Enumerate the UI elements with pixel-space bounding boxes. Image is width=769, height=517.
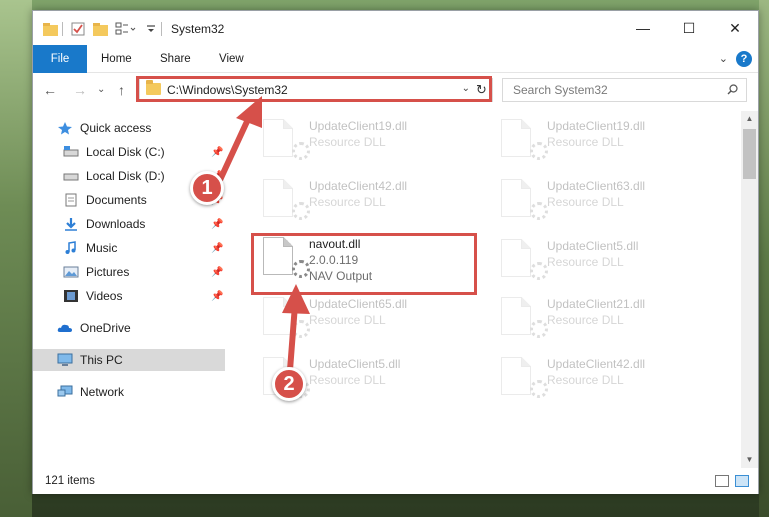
pin-icon[interactable]: 📌: [211, 243, 223, 254]
large-icons-view-icon[interactable]: [735, 475, 749, 487]
up-button[interactable]: ↑: [118, 82, 125, 98]
close-button[interactable]: ✕: [712, 11, 758, 45]
dll-file-icon: [501, 297, 548, 338]
item-count: 121 items: [45, 475, 95, 487]
status-bar: 121 items: [33, 470, 758, 494]
pin-icon[interactable]: 📌: [211, 219, 223, 230]
desktop-background-right: [759, 0, 769, 517]
separator: [62, 21, 63, 37]
dll-file-icon: [501, 239, 548, 280]
sidebar-item-label: Quick access: [80, 121, 152, 135]
properties-icon[interactable]: [71, 21, 85, 37]
dll-file-icon: [501, 179, 548, 220]
forward-button[interactable]: →: [73, 82, 87, 98]
music-icon: [65, 241, 76, 254]
dll-file-icon: [263, 119, 310, 160]
sidebar-item-label: Downloads: [86, 217, 146, 231]
sidebar-item-label: OneDrive: [80, 321, 131, 335]
dll-file-icon: [501, 119, 548, 160]
title-bar: System32 — ☐ ✕: [33, 11, 758, 45]
pin-icon[interactable]: 📌: [211, 267, 223, 278]
network-icon: [57, 385, 73, 397]
sidebar-item-videos[interactable]: Videos 📌: [33, 285, 225, 307]
vertical-scrollbar[interactable]: ▲ ▼: [741, 111, 758, 468]
maximize-button[interactable]: ☐: [666, 11, 712, 45]
step-1-callout: 1: [190, 171, 224, 205]
sidebar-item-pictures[interactable]: Pictures 📌: [33, 261, 225, 283]
sidebar-item-downloads[interactable]: Downloads 📌: [33, 213, 225, 235]
app-folder-icon: [43, 21, 58, 37]
sidebar-item-this-pc[interactable]: This PC: [33, 349, 225, 371]
new-folder-icon[interactable]: [93, 21, 108, 37]
search-box[interactable]: Search System32: [502, 78, 747, 102]
sidebar-item-label: This PC: [80, 353, 123, 367]
help-icon[interactable]: ?: [736, 51, 752, 67]
sidebar-item-label: Local Disk (D:): [86, 169, 165, 183]
navigation-pane: Quick access Local Disk (C:) 📌 Local Dis…: [33, 111, 225, 468]
address-bar-highlight: [136, 76, 492, 102]
star-icon: [58, 122, 72, 135]
pictures-icon: [63, 266, 79, 278]
sidebar-item-onedrive[interactable]: OneDrive: [33, 317, 225, 339]
drive-icon: [63, 173, 79, 181]
customize-toolbar-icon[interactable]: [146, 21, 156, 37]
scroll-thumb[interactable]: [743, 129, 756, 179]
details-view-icon[interactable]: [715, 475, 729, 487]
documents-icon: [65, 193, 77, 207]
list-item[interactable]: UpdateClient42.dll Resource DLL: [477, 351, 707, 407]
sidebar-item-local-disk-c[interactable]: Local Disk (C:) 📌: [33, 141, 225, 163]
desktop-background-left: [0, 0, 32, 517]
separator: [161, 21, 162, 37]
ribbon-tabs: File Home Share View ⌄ ?: [33, 45, 758, 101]
back-button[interactable]: ←: [43, 82, 57, 98]
list-item[interactable]: UpdateClient19.dll Resource DLL: [477, 113, 707, 169]
sidebar-item-music[interactable]: Music 📌: [33, 237, 225, 259]
computer-icon: [57, 353, 73, 366]
videos-icon: [64, 290, 78, 302]
file-explorer-window: System32 — ☐ ✕ File Home Share View ⌄ ? …: [32, 10, 759, 494]
tab-share[interactable]: Share: [160, 45, 191, 73]
sidebar-item-quick-access[interactable]: Quick access: [33, 117, 225, 139]
sidebar-item-network[interactable]: Network: [33, 381, 225, 403]
sidebar-item-label: Videos: [86, 289, 123, 303]
download-icon: [65, 218, 77, 231]
list-item[interactable]: UpdateClient63.dll Resource DLL: [477, 173, 707, 229]
pin-icon[interactable]: 📌: [211, 147, 223, 158]
dll-file-icon: [263, 179, 310, 220]
sidebar-item-label: Documents: [86, 193, 147, 207]
dll-file-icon: [501, 357, 548, 398]
tab-view[interactable]: View: [219, 45, 244, 73]
recent-locations-button[interactable]: ⌄: [97, 84, 105, 95]
expand-ribbon-icon[interactable]: ⌄: [719, 52, 728, 65]
minimize-button[interactable]: —: [620, 11, 666, 45]
scroll-up-arrow[interactable]: ▲: [741, 111, 758, 127]
navout-file-highlight: [251, 233, 477, 295]
drive-icon: [63, 146, 79, 157]
sidebar-item-label: Network: [80, 385, 125, 399]
window-title: System32: [171, 22, 225, 36]
step-2-callout: 2: [272, 367, 306, 401]
tab-home[interactable]: Home: [101, 45, 132, 73]
search-input[interactable]: Search System32: [513, 83, 608, 97]
list-item[interactable]: UpdateClient5.dll Resource DLL: [477, 233, 707, 289]
list-item[interactable]: UpdateClient42.dll Resource DLL: [239, 173, 469, 229]
scroll-down-arrow[interactable]: ▼: [741, 452, 758, 468]
sidebar-item-label: Music: [86, 241, 118, 255]
search-icon: [727, 84, 738, 95]
view-options-icon[interactable]: [115, 21, 137, 37]
list-item[interactable]: UpdateClient21.dll Resource DLL: [477, 291, 707, 347]
cloud-icon: [57, 324, 72, 332]
sidebar-item-label: Local Disk (C:): [86, 145, 165, 159]
list-item[interactable]: UpdateClient19.dll Resource DLL: [239, 113, 469, 169]
sidebar-item-label: Pictures: [86, 265, 130, 279]
dll-file-icon: [263, 297, 310, 338]
pin-icon[interactable]: 📌: [211, 291, 223, 302]
list-item[interactable]: UpdateClient65.dll Resource DLL: [239, 291, 469, 347]
